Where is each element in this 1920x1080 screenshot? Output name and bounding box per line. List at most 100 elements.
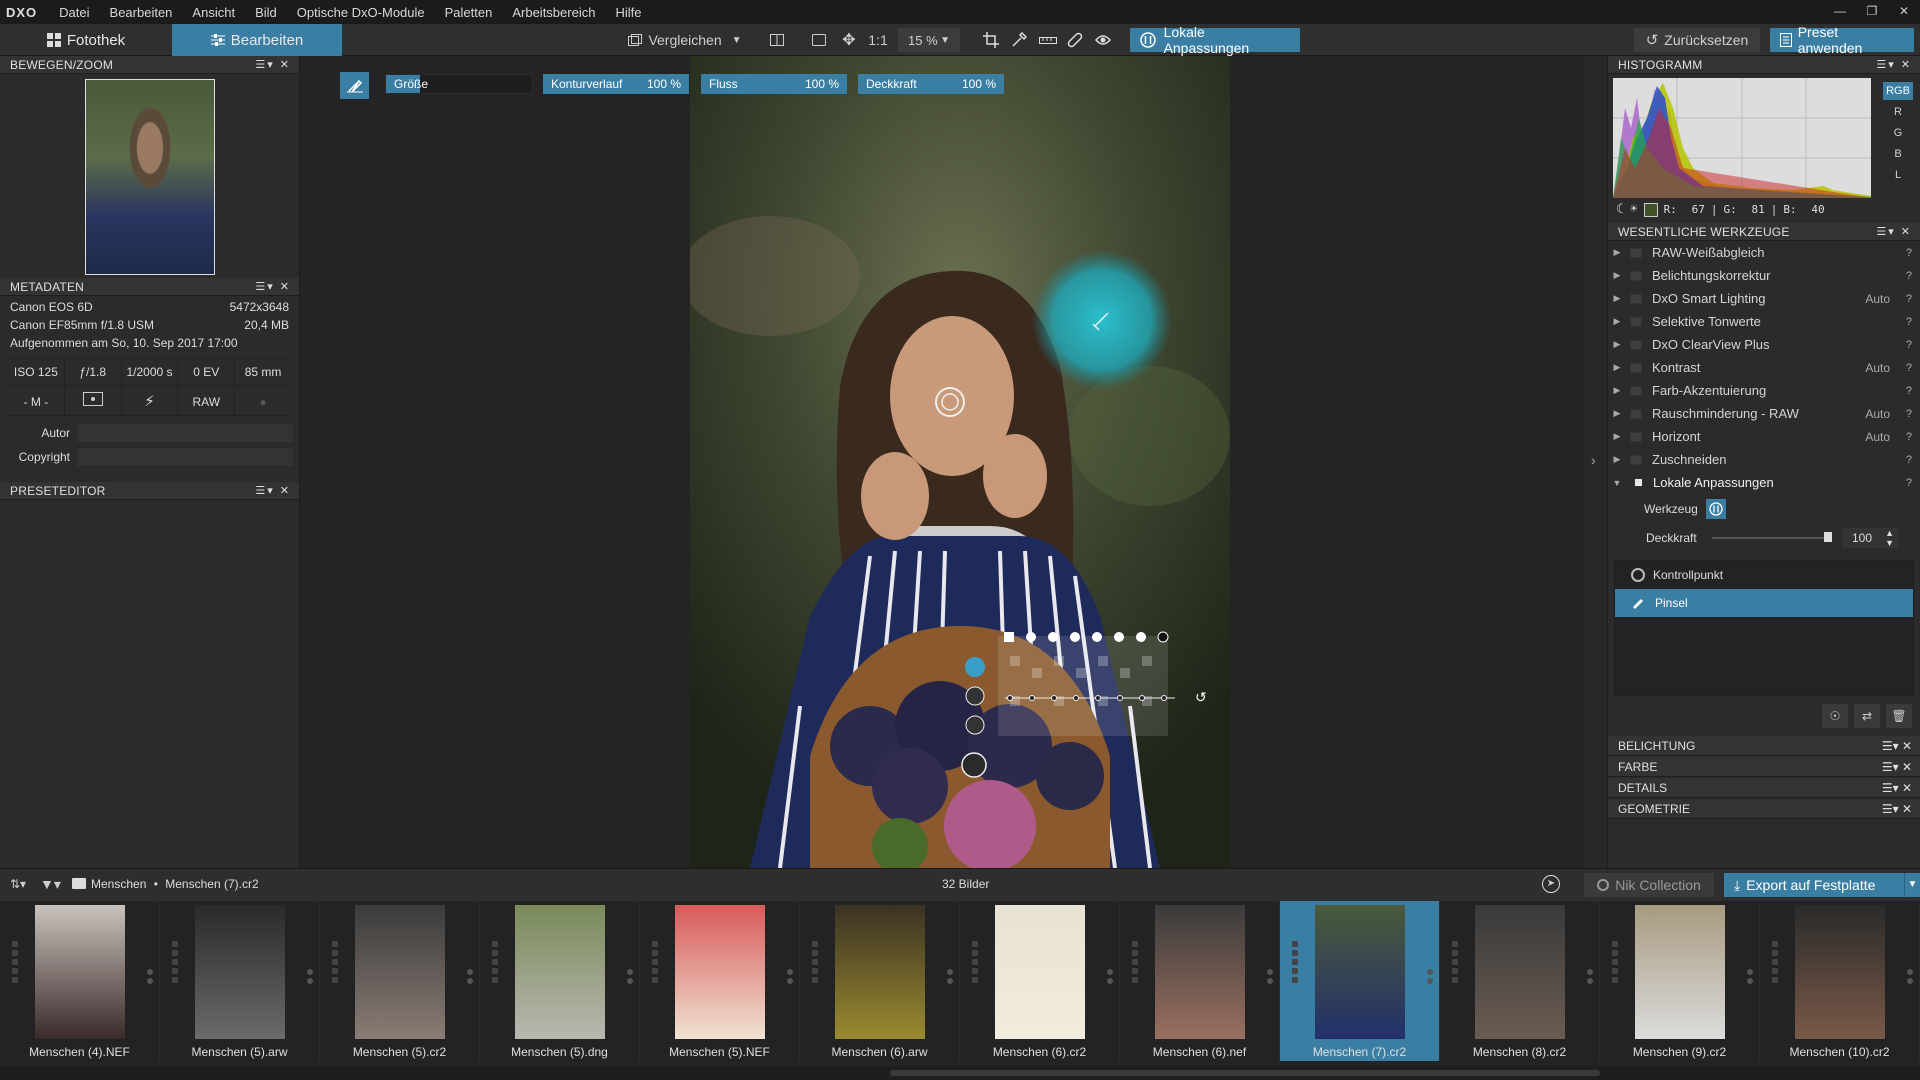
panel-menu-close-icon[interactable]: ☰▾ ✕ (1882, 781, 1912, 795)
tool-toggle[interactable] (1630, 316, 1642, 327)
mask-item-brush[interactable]: Pinsel (1615, 589, 1913, 617)
menu-optische-module[interactable]: Optische DxO-Module (287, 5, 435, 20)
compare-dropdown-icon[interactable]: ▼ (732, 35, 742, 46)
tool-toggle[interactable] (1630, 293, 1642, 304)
tool-smart-lighting[interactable]: ▶ DxO Smart Lighting Auto? (1608, 287, 1920, 310)
fit-screen-button[interactable] (808, 28, 830, 52)
scrollbar-thumb[interactable] (890, 1070, 1600, 1076)
flag-dots[interactable] (1267, 969, 1273, 984)
rating-stars[interactable] (1612, 941, 1620, 983)
zoom-select[interactable]: 15 % ▼ (898, 28, 960, 52)
minimize-icon[interactable]: — (1824, 0, 1856, 24)
tool-toggle[interactable] (1630, 385, 1642, 396)
menu-arbeitsbereich[interactable]: Arbeitsbereich (502, 5, 605, 20)
invert-icon[interactable]: ⇄ (1854, 704, 1880, 728)
menu-hilfe[interactable]: Hilfe (605, 5, 651, 20)
help-icon[interactable]: ? (1906, 339, 1912, 351)
tool-clearview[interactable]: ▶ DxO ClearView Plus? (1608, 333, 1920, 356)
panel-menu-close-icon[interactable]: ☰▾ ✕ (1882, 739, 1912, 753)
help-icon[interactable]: ? (1906, 477, 1912, 489)
collapse-icon[interactable]: ▼ (1608, 478, 1626, 488)
tool-toggle[interactable] (1630, 247, 1642, 258)
preset-editor-header[interactable]: PRESETEDITOR ☰▾ ✕ (0, 482, 299, 500)
flag-dots[interactable] (947, 969, 953, 984)
straighten-button[interactable] (1036, 28, 1060, 52)
breadcrumb-folder[interactable]: Menschen (91, 877, 146, 891)
tool-contrast[interactable]: ▶ Kontrast Auto? (1608, 356, 1920, 379)
photo[interactable]: ↺ (690, 56, 1230, 868)
rating-stars[interactable] (1772, 941, 1780, 983)
restore-icon[interactable]: ❐ (1856, 0, 1888, 24)
help-icon[interactable]: ? (1906, 270, 1912, 282)
filmstrip-thumbnail[interactable]: Menschen (6).cr2 (960, 901, 1120, 1061)
flag-dots[interactable] (1587, 969, 1593, 984)
help-icon[interactable]: ? (1906, 316, 1912, 328)
expand-icon[interactable]: ▶ (1608, 339, 1626, 350)
help-icon[interactable]: ? (1906, 385, 1912, 397)
tool-toggle[interactable] (1630, 362, 1642, 373)
rating-stars[interactable] (972, 941, 980, 983)
tool-toggle[interactable] (1630, 454, 1642, 465)
export-dropdown-icon[interactable]: ▼ (1904, 873, 1920, 897)
channel-g[interactable]: G (1883, 124, 1913, 142)
rating-stars[interactable] (332, 941, 340, 983)
tool-toggle[interactable] (1634, 478, 1643, 487)
filmstrip-thumbnail[interactable]: Menschen (4).NEF (0, 901, 160, 1061)
eyedropper-button[interactable] (1008, 28, 1030, 52)
expand-icon[interactable]: ▶ (1608, 454, 1626, 465)
tool-exposure[interactable]: ▶ Belichtungskorrektur? (1608, 264, 1920, 287)
flag-dots[interactable] (787, 969, 793, 984)
flag-dots[interactable] (1747, 969, 1753, 984)
menu-bearbeiten[interactable]: Bearbeiten (100, 5, 183, 20)
collapse-right-icon[interactable]: › (1591, 452, 1596, 468)
section-belichtung[interactable]: BELICHTUNG ☰▾ ✕ (1608, 736, 1920, 756)
filter-icon[interactable]: ▼▾ (40, 876, 61, 893)
panel-menu-close-icon[interactable]: ☰▾ ✕ (1876, 225, 1912, 238)
thumbnail-image[interactable] (834, 905, 925, 1039)
help-icon[interactable]: ? (1906, 362, 1912, 374)
tool-horizon[interactable]: ▶ Horizont Auto? (1608, 425, 1920, 448)
tool-crop[interactable]: ▶ Zuschneiden? (1608, 448, 1920, 471)
sort-icon[interactable]: ⇅▾ (10, 877, 26, 891)
tool-raw-white-balance[interactable]: ▶ RAW-Weißabgleich? (1608, 241, 1920, 264)
filmstrip-thumbnail[interactable]: Menschen (7).cr2 (1280, 901, 1440, 1061)
menu-ansicht[interactable]: Ansicht (182, 5, 245, 20)
compare-button[interactable]: Vergleichen ▼ (620, 28, 750, 52)
panel-menu-close-icon[interactable]: ☰▾ ✕ (1882, 760, 1912, 774)
local-opacity-input[interactable]: 100 ▲ ▼ (1842, 528, 1898, 548)
panel-menu-close-icon[interactable]: ☰▾ ✕ (1882, 802, 1912, 816)
filmstrip-thumbnail[interactable]: Menschen (6).nef (1120, 901, 1280, 1061)
slider-knob[interactable] (1824, 532, 1832, 542)
tool-toggle[interactable] (1630, 270, 1642, 281)
filmstrip-thumbnail[interactable]: Menschen (6).arw (800, 901, 960, 1061)
tool-toggle[interactable] (1630, 339, 1642, 350)
channel-l[interactable]: L (1883, 166, 1913, 184)
filmstrip-thumbnail[interactable]: Menschen (5).cr2 (320, 901, 480, 1061)
brush-size-slider[interactable]: Größe (385, 74, 533, 94)
section-geometrie[interactable]: GEOMETRIE ☰▾ ✕ (1608, 799, 1920, 819)
panel-menu-close-icon[interactable]: ☰▾ ✕ (255, 484, 291, 497)
rating-stars[interactable] (1452, 941, 1460, 983)
moon-icon[interactable]: ☾ (1616, 202, 1624, 217)
close-window-icon[interactable]: ✕ (1888, 0, 1920, 24)
flow-slider[interactable]: Fluss 100 % (701, 74, 847, 94)
repair-button[interactable] (1064, 28, 1086, 52)
crop-tool-button[interactable] (980, 28, 1002, 52)
help-icon[interactable]: ? (1906, 408, 1912, 420)
menu-datei[interactable]: Datei (49, 5, 99, 20)
expand-icon[interactable]: ▶ (1608, 362, 1626, 373)
mask-item-control-point[interactable]: Kontrollpunkt (1615, 561, 1913, 589)
tool-color-accent[interactable]: ▶ Farb-Akzentuierung? (1608, 379, 1920, 402)
panel-menu-close-icon[interactable]: ☰▾ ✕ (255, 280, 291, 293)
rating-stars[interactable] (12, 941, 20, 983)
trash-icon[interactable]: 🗑 (1886, 704, 1912, 728)
spinner-icon[interactable]: ▲ ▼ (1885, 528, 1894, 548)
thumbnail-image[interactable] (1154, 905, 1245, 1039)
copyright-field[interactable] (76, 447, 294, 467)
sun-icon[interactable]: ☀ (1630, 202, 1638, 217)
visibility-icon[interactable]: ☉ (1822, 704, 1848, 728)
navigator[interactable] (0, 74, 299, 275)
sync-icon[interactable]: ➤ (1542, 875, 1560, 893)
tool-toggle[interactable] (1630, 408, 1642, 419)
flag-dots[interactable] (1427, 969, 1433, 984)
